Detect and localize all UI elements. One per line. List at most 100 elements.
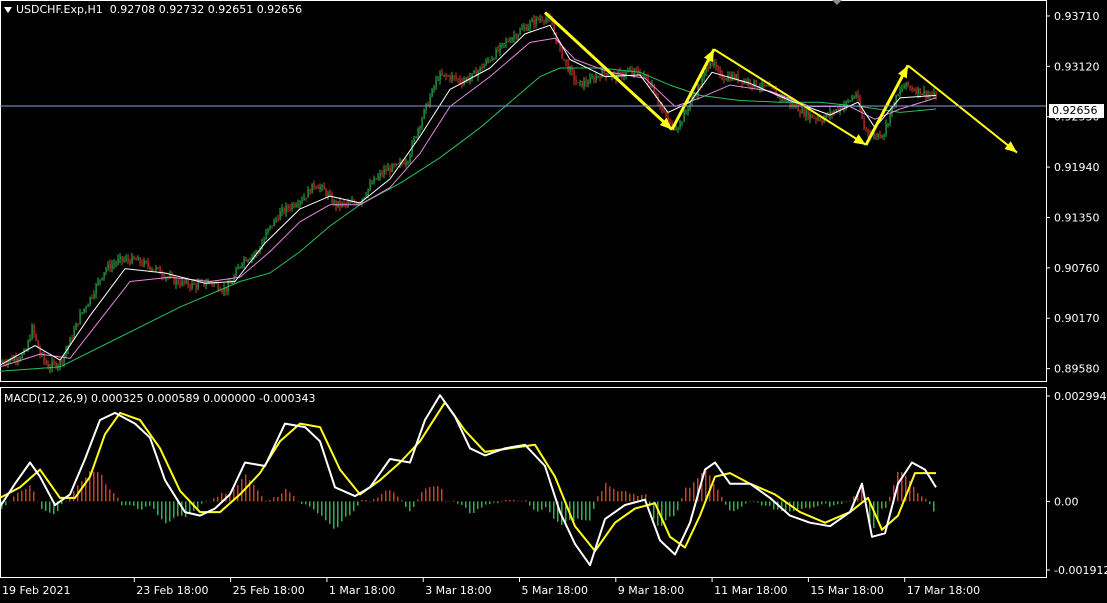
histogram-bar (261, 496, 263, 502)
histogram-bar (441, 489, 443, 502)
candle-body (405, 162, 407, 165)
candle-body (171, 275, 173, 277)
candle-body (239, 266, 241, 268)
candle-body (187, 280, 189, 286)
candle-body (287, 205, 289, 209)
candle-body (819, 118, 821, 121)
histogram-bar (841, 501, 843, 504)
candle-body (915, 90, 917, 94)
candle-body (483, 64, 485, 69)
chart-canvas[interactable]: 0.937100.931200.925300.919400.913500.907… (0, 0, 1107, 599)
candle-body (423, 109, 425, 119)
histogram-bar (345, 501, 347, 517)
candle-body (575, 80, 577, 83)
candle-body (489, 60, 491, 62)
histogram-bar (477, 501, 479, 509)
candle-body (809, 114, 811, 119)
candle-body (59, 360, 61, 366)
candle-body (791, 103, 793, 106)
candle-body (903, 85, 905, 89)
candle-body (857, 94, 859, 99)
histogram-bar (353, 501, 355, 512)
histogram-bar (25, 488, 27, 502)
x-tick-label: 23 Feb 18:00 (136, 584, 208, 597)
histogram-bar (833, 501, 835, 506)
histogram-bar (73, 491, 75, 502)
candle-body (5, 363, 7, 365)
histogram-bar (921, 496, 923, 502)
histogram-bar (257, 490, 259, 502)
candle-body (601, 69, 603, 78)
candle-body (373, 178, 375, 184)
histogram-bar (317, 501, 319, 514)
candle-body (241, 263, 243, 267)
histogram-bar (501, 500, 503, 502)
candle-body (841, 107, 843, 109)
histogram-bar (741, 501, 743, 507)
candle-body (507, 41, 509, 43)
histogram-bar (525, 500, 527, 502)
candle-body (921, 93, 923, 95)
candle-body (77, 323, 79, 325)
histogram-bar (293, 496, 295, 502)
histogram-bar (29, 485, 31, 502)
candle-body (181, 280, 183, 286)
candle-body (493, 58, 495, 60)
trading-chart[interactable]: 0.937100.931200.925300.919400.913500.907… (0, 0, 1107, 599)
histogram-bar (765, 501, 767, 506)
histogram-bar (277, 496, 279, 502)
candle-body (765, 85, 767, 87)
candle-body (75, 323, 77, 330)
histogram-bar (21, 490, 23, 502)
candle-body (339, 201, 341, 207)
histogram-bar (881, 501, 883, 509)
histogram-bar (837, 501, 839, 505)
candle-body (319, 187, 321, 190)
candle-body (101, 277, 103, 280)
candle-body (503, 43, 505, 45)
candle-body (847, 101, 849, 103)
histogram-bar (809, 501, 811, 509)
histogram-bar (593, 501, 595, 509)
histogram-bar (253, 484, 255, 502)
symbol-label: USDCHF.Exp,H1 (16, 3, 103, 16)
candle-body (681, 122, 683, 124)
candle-body (379, 173, 381, 177)
price-header: USDCHF.Exp,H1 0.92708 0.92732 0.92651 0.… (4, 3, 302, 16)
histogram-bar (393, 492, 395, 502)
candle-body (597, 76, 599, 78)
candle-body (439, 73, 441, 80)
candle-body (683, 111, 685, 123)
candle-body (669, 121, 671, 123)
histogram-bar (801, 501, 803, 510)
candle-body (711, 63, 713, 66)
histogram-bar (717, 489, 719, 502)
candle-body (511, 37, 513, 42)
histogram-bar (769, 501, 771, 506)
histogram-bar (141, 501, 143, 510)
candle-body (499, 45, 501, 52)
candle-body (517, 34, 519, 38)
candle-body (797, 105, 799, 112)
candle-body (271, 225, 273, 227)
histogram-bar (673, 501, 675, 517)
candle-body (265, 232, 267, 239)
candle-body (91, 296, 93, 298)
histogram-bar (13, 496, 15, 502)
histogram-bar (505, 499, 507, 502)
candle-body (243, 258, 245, 264)
candle-body (119, 256, 121, 260)
candle-body (123, 259, 125, 261)
histogram-bar (173, 501, 175, 518)
histogram-bar (93, 471, 95, 502)
histogram-bar (33, 491, 35, 502)
candle-body (567, 62, 569, 72)
dropdown-triangle-icon[interactable] (4, 7, 12, 13)
candle-body (281, 208, 283, 212)
candle-body (763, 82, 765, 86)
candle-body (129, 260, 131, 264)
candle-body (703, 72, 705, 78)
candle-body (573, 71, 575, 81)
candle-body (531, 19, 533, 23)
candle-body (713, 62, 715, 66)
